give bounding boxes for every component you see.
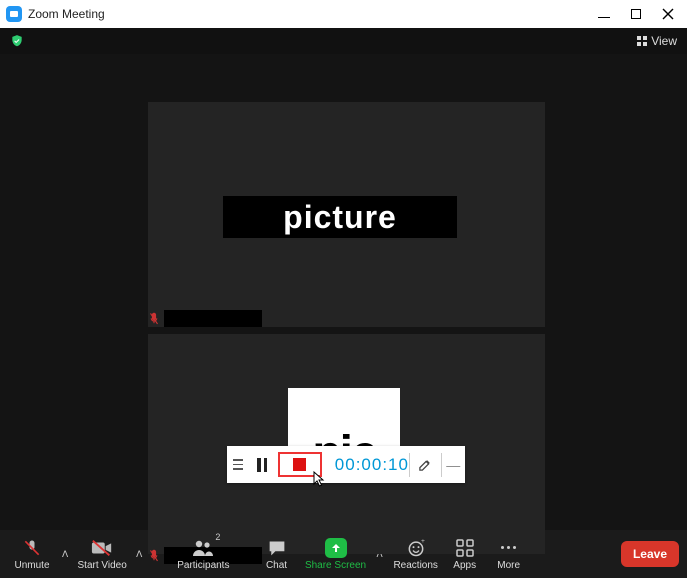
meeting-toolbar: Unmute ᐱ Start Video ᐱ 2 Participants ᐱ … xyxy=(0,530,687,578)
share-screen-button[interactable]: Share Screen xyxy=(301,530,371,578)
share-screen-label: Share Screen xyxy=(305,560,366,571)
participant-nametag-top xyxy=(148,310,262,327)
leave-button[interactable]: Leave xyxy=(621,541,679,567)
muted-mic-icon xyxy=(148,549,160,563)
participant-tile-bottom: pic xyxy=(148,334,545,554)
video-stage: picture pic 00:00:10 xyxy=(0,54,687,530)
unmute-label: Unmute xyxy=(14,560,49,571)
shared-content-label-box: picture xyxy=(223,196,457,238)
mic-muted-icon xyxy=(22,538,42,558)
stop-recording-button[interactable] xyxy=(278,452,322,477)
chat-label: Chat xyxy=(266,560,287,571)
reactions-icon: + xyxy=(406,538,426,558)
view-label: View xyxy=(651,34,677,48)
recording-toolbar[interactable]: 00:00:10 — xyxy=(227,446,465,483)
toolbar-collapse-button[interactable]: — xyxy=(442,446,466,483)
drag-handle-icon[interactable] xyxy=(227,446,249,483)
apps-icon xyxy=(456,538,474,558)
view-button[interactable]: View xyxy=(637,34,677,48)
window-close-button[interactable] xyxy=(661,7,675,21)
share-screen-icon xyxy=(325,538,347,558)
pause-button[interactable] xyxy=(249,446,274,483)
window-minimize-button[interactable] xyxy=(597,7,611,21)
unmute-button[interactable]: Unmute xyxy=(8,530,56,578)
recording-timer: 00:00:10 xyxy=(325,446,409,483)
grid-icon xyxy=(637,36,647,46)
audio-options-chevron[interactable]: ᐱ xyxy=(56,549,74,560)
chat-icon xyxy=(267,538,287,558)
more-icon xyxy=(501,538,516,558)
participants-icon xyxy=(191,538,215,558)
apps-label: Apps xyxy=(453,560,476,571)
apps-button[interactable]: Apps xyxy=(443,530,487,578)
encryption-shield-icon[interactable] xyxy=(10,34,24,48)
svg-text:+: + xyxy=(421,538,425,545)
meeting-topbar: View xyxy=(0,28,687,54)
participant-name-redacted xyxy=(164,310,262,327)
zoom-logo-icon xyxy=(6,6,22,22)
camera-off-icon xyxy=(91,538,113,558)
participants-label: Participants xyxy=(177,560,229,571)
muted-mic-icon xyxy=(148,312,160,326)
stop-icon xyxy=(293,458,306,471)
window-maximize-button[interactable] xyxy=(629,7,643,21)
start-video-button[interactable]: Start Video xyxy=(74,530,130,578)
participants-button[interactable]: 2 Participants xyxy=(172,530,234,578)
window-titlebar: Zoom Meeting xyxy=(0,0,687,28)
chat-button[interactable]: Chat xyxy=(253,530,301,578)
participants-count: 2 xyxy=(215,532,220,542)
window-title: Zoom Meeting xyxy=(28,7,597,21)
start-video-label: Start Video xyxy=(78,560,127,571)
video-options-chevron[interactable]: ᐱ xyxy=(130,549,148,560)
more-button[interactable]: More xyxy=(487,530,531,578)
participant-tile-top: picture xyxy=(148,102,545,327)
reactions-button[interactable]: + Reactions xyxy=(389,530,443,578)
more-label: More xyxy=(497,560,520,571)
reactions-label: Reactions xyxy=(393,560,437,571)
annotate-button[interactable] xyxy=(410,446,441,483)
shared-content-label: picture xyxy=(283,199,397,236)
